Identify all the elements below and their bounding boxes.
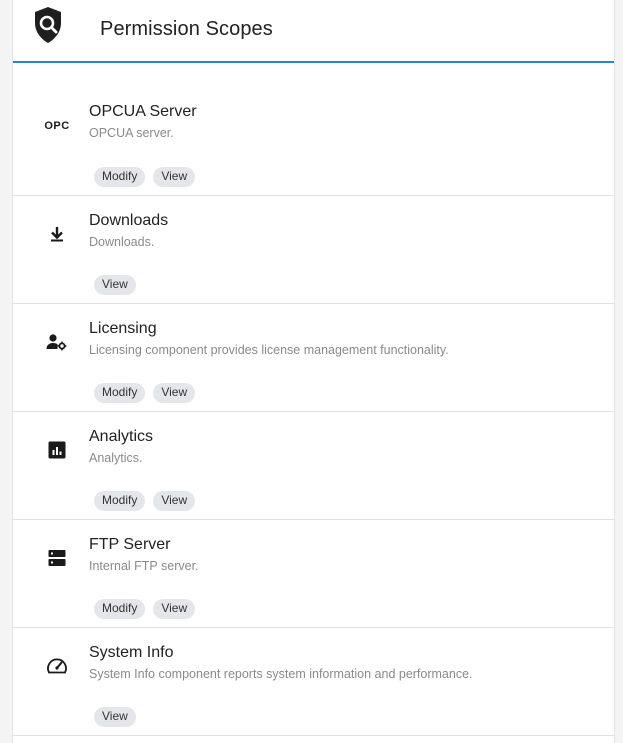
modify-chip[interactable]: Modify bbox=[94, 491, 146, 511]
permission-chips: Modify View bbox=[94, 491, 196, 511]
scope-description: System Info component reports system inf… bbox=[89, 667, 473, 681]
scope-name: Licensing bbox=[89, 320, 157, 337]
permission-chips: Modify View bbox=[94, 383, 196, 403]
modify-chip[interactable]: Modify bbox=[94, 383, 146, 403]
scope-name: Downloads bbox=[89, 212, 169, 229]
opc-icon-label: OPC bbox=[44, 120, 70, 132]
opc-icon: OPC bbox=[44, 114, 70, 138]
scope-item-opcua-server: OPC OPCUA Server OPCUA server. Modify Vi… bbox=[13, 88, 614, 196]
scope-name: Analytics bbox=[89, 428, 154, 445]
speedometer-icon bbox=[45, 654, 69, 678]
scope-description: OPCUA server. bbox=[89, 126, 174, 140]
download-icon bbox=[45, 222, 69, 246]
user-gear-icon bbox=[45, 330, 69, 354]
permission-scopes-panel: Permission Scopes OPC OPCUA Server OPCUA… bbox=[12, 0, 615, 743]
server-icon bbox=[45, 546, 69, 570]
view-chip[interactable]: View bbox=[94, 275, 136, 295]
view-chip[interactable]: View bbox=[153, 383, 196, 403]
scope-item-analytics: Analytics Analytics. Modify View bbox=[13, 412, 614, 520]
shield-search-icon bbox=[33, 6, 63, 44]
scope-description: Downloads. bbox=[89, 235, 155, 249]
modify-chip[interactable]: Modify bbox=[94, 599, 146, 619]
scope-item-licensing: Licensing Licensing component provides l… bbox=[13, 304, 614, 412]
scope-name: System Info bbox=[89, 644, 174, 661]
view-chip[interactable]: View bbox=[153, 167, 196, 187]
scope-description: Licensing component provides license man… bbox=[89, 343, 449, 357]
analytics-icon bbox=[45, 438, 69, 462]
scope-description: Internal FTP server. bbox=[89, 559, 199, 573]
scope-description: Analytics. bbox=[89, 451, 143, 465]
permission-chips: View bbox=[94, 707, 136, 727]
modify-chip[interactable]: Modify bbox=[94, 167, 146, 187]
panel-header: Permission Scopes bbox=[13, 0, 614, 63]
scope-name: FTP Server bbox=[89, 536, 171, 553]
permission-chips: Modify View bbox=[94, 599, 196, 619]
view-chip[interactable]: View bbox=[153, 599, 196, 619]
scope-list: OPC OPCUA Server OPCUA server. Modify Vi… bbox=[13, 88, 614, 736]
page-title: Permission Scopes bbox=[100, 18, 273, 40]
scope-item-system-info: System Info System Info component report… bbox=[13, 628, 614, 736]
view-chip[interactable]: View bbox=[153, 491, 196, 511]
view-chip[interactable]: View bbox=[94, 707, 136, 727]
permission-chips: View bbox=[94, 275, 136, 295]
scope-name: OPCUA Server bbox=[89, 103, 197, 120]
scope-item-ftp-server: FTP Server Internal FTP server. Modify V… bbox=[13, 520, 614, 628]
permission-chips: Modify View bbox=[94, 167, 196, 187]
scope-item-downloads: Downloads Downloads. View bbox=[13, 196, 614, 304]
